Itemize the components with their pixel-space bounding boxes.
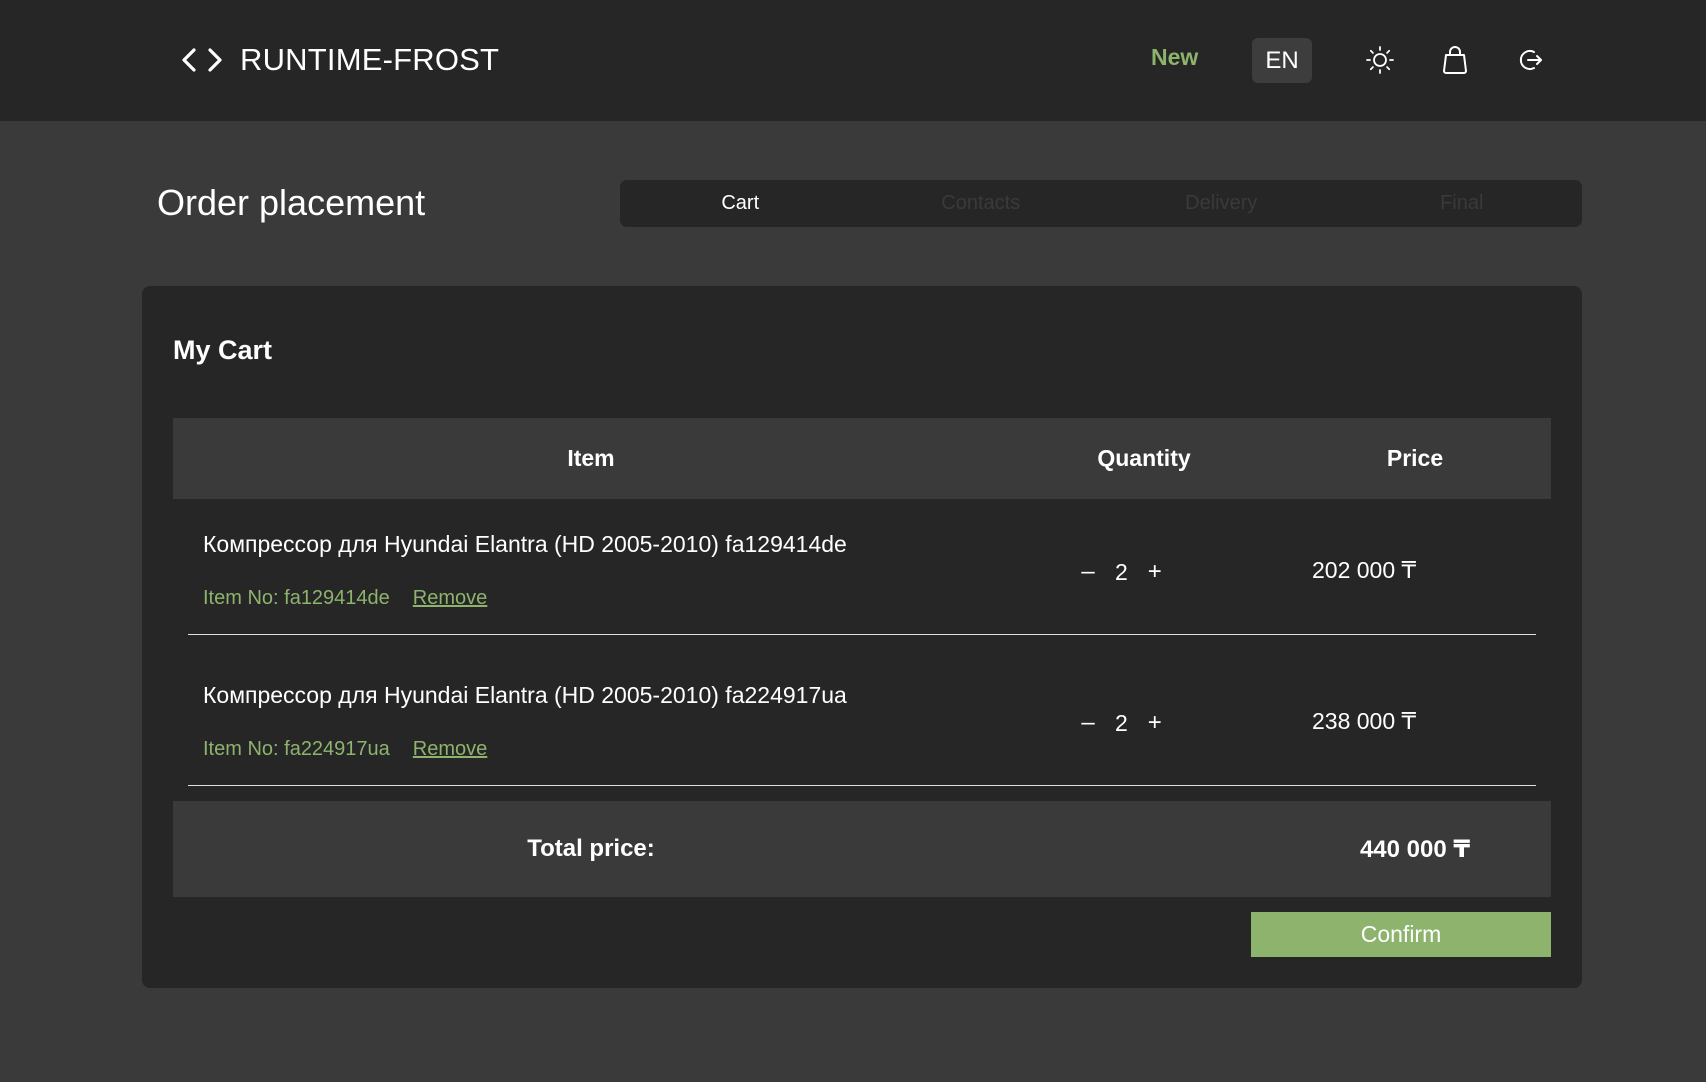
step-cart[interactable]: Cart (620, 180, 861, 227)
remove-link[interactable]: Remove (413, 587, 487, 610)
checkout-stepper: Cart Contacts Delivery Final (620, 180, 1582, 227)
item-number: Item No: fa129414de (203, 587, 390, 609)
increase-quantity-button[interactable]: + (1146, 558, 1164, 586)
decrease-quantity-button[interactable]: – (1079, 709, 1097, 737)
total-row: Total price: 440 000 ₸ (173, 801, 1551, 897)
top-header: RUNTIME-FROST New EN (0, 0, 1706, 121)
item-price: 202 000 ₸ (1312, 557, 1417, 583)
language-selector[interactable]: EN (1252, 38, 1312, 83)
confirm-button[interactable]: Confirm (1251, 912, 1551, 957)
cart-title: My Cart (173, 335, 273, 365)
table-row: Компрессор для Hyundai Elantra (HD 2005-… (188, 650, 1536, 786)
total-label: Total price: (527, 835, 655, 862)
column-header-price: Price (1386, 445, 1444, 471)
item-price: 238 000 ₸ (1312, 708, 1417, 734)
step-contacts[interactable]: Contacts (861, 180, 1102, 227)
shopping-bag-icon[interactable] (1439, 44, 1471, 76)
item-name: Компрессор для Hyundai Elantra (HD 2005-… (203, 682, 847, 708)
brand-name: RUNTIME-FROST (240, 42, 500, 77)
page-title: Order placement (157, 182, 426, 223)
quantity-value: 2 (1115, 709, 1128, 736)
quantity-stepper: – 2 + (1079, 557, 1164, 587)
decrease-quantity-button[interactable]: – (1079, 558, 1097, 586)
increase-quantity-button[interactable]: + (1146, 709, 1164, 737)
quantity-stepper: – 2 + (1079, 708, 1164, 738)
step-final[interactable]: Final (1342, 180, 1583, 227)
new-link[interactable]: New (1151, 44, 1198, 71)
item-meta: Item No: fa224917ua Remove (203, 738, 487, 761)
code-brackets-icon (180, 45, 226, 75)
brand-logo[interactable]: RUNTIME-FROST (180, 40, 499, 80)
item-name: Компрессор для Hyundai Elantra (HD 2005-… (203, 531, 847, 557)
cart-table-header: Item Quantity Price (173, 418, 1551, 499)
quantity-value: 2 (1115, 558, 1128, 585)
sun-icon[interactable] (1364, 44, 1396, 76)
remove-link[interactable]: Remove (413, 738, 487, 761)
item-number: Item No: fa224917ua (203, 738, 390, 760)
column-header-item: Item (567, 445, 615, 471)
item-meta: Item No: fa129414de Remove (203, 587, 487, 610)
cart-card: My Cart Item Quantity Price Компрессор д… (142, 286, 1582, 988)
step-delivery[interactable]: Delivery (1101, 180, 1342, 227)
logout-icon[interactable] (1514, 44, 1546, 76)
total-value: 440 000 ₸ (1359, 835, 1471, 863)
table-row: Компрессор для Hyundai Elantra (HD 2005-… (188, 499, 1536, 635)
column-header-quantity: Quantity (1097, 445, 1191, 471)
